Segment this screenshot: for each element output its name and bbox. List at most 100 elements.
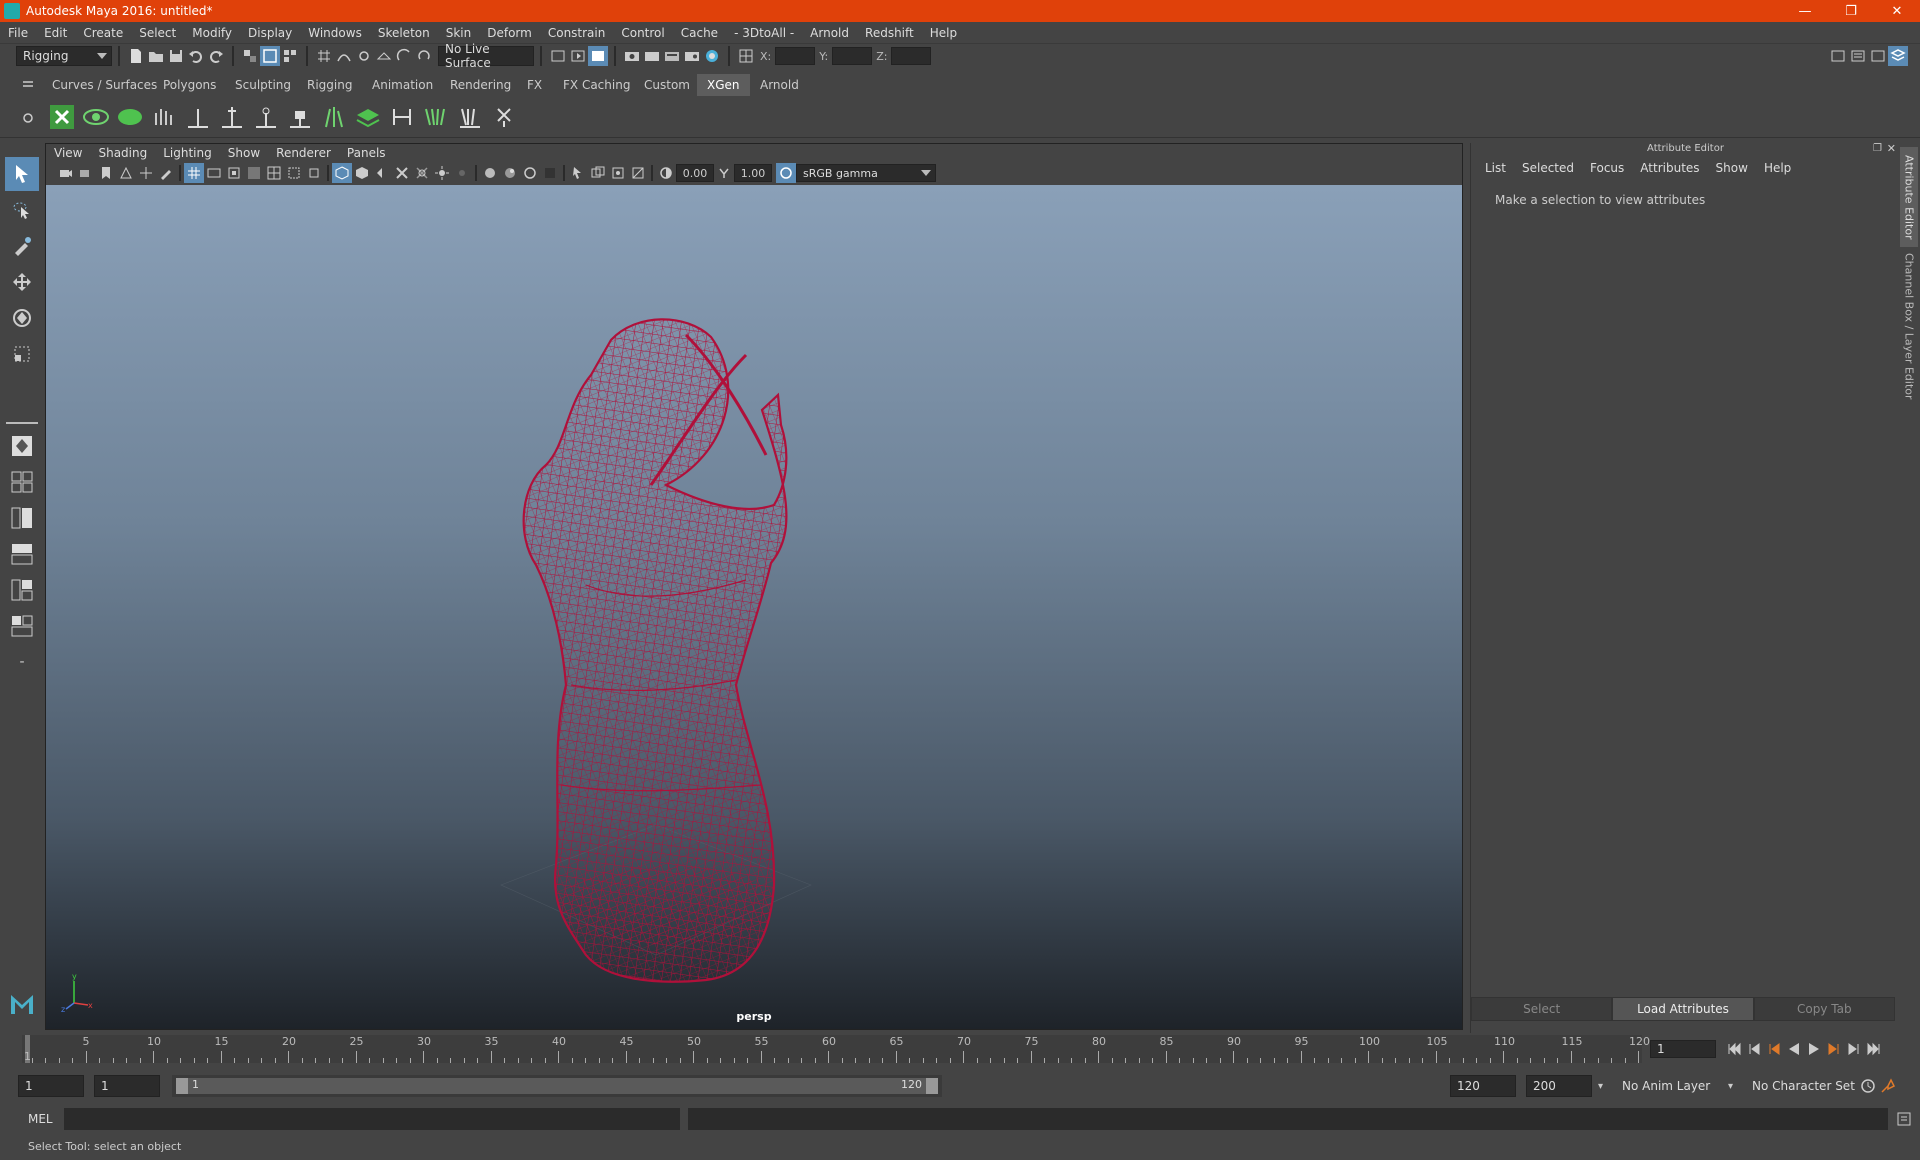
make-live-icon[interactable] [414,46,434,66]
field-chart-icon[interactable] [264,163,284,183]
shelf-tab-animation[interactable]: Animation [362,74,443,96]
shadows-icon[interactable] [452,163,472,183]
shelf-tab-xgen[interactable]: XGen [697,74,750,96]
select-by-object-icon[interactable] [260,46,280,66]
xray-joints-icon[interactable] [608,163,628,183]
new-scene-icon[interactable] [126,46,146,66]
color-management-icon[interactable] [776,163,796,183]
default-material-icon[interactable] [372,163,392,183]
ae-menu-selected[interactable]: Selected [1514,161,1582,175]
camera-select-icon[interactable] [56,163,76,183]
move-tool-icon[interactable] [5,265,39,299]
menu-edit[interactable]: Edit [36,26,75,40]
outliner-persp-layout-icon[interactable] [5,501,39,535]
range-slider[interactable]: 1 120 [172,1075,942,1097]
2d-pan-zoom-icon[interactable] [136,163,156,183]
xray-icon[interactable] [588,163,608,183]
shelf-tab-arnold[interactable]: Arnold [750,74,809,96]
menu-skeleton[interactable]: Skeleton [370,26,438,40]
safe-action-icon[interactable] [284,163,304,183]
shelf-options-icon[interactable] [18,108,38,128]
menu-constrain[interactable]: Constrain [540,26,614,40]
shelf-tab-rendering[interactable]: Rendering [440,74,521,96]
select-button[interactable]: Select [1471,997,1613,1021]
menu-file[interactable]: File [0,26,36,40]
tab-channel-box[interactable]: Channel Box / Layer Editor [1900,251,1918,401]
step-forward-frame-icon[interactable] [1824,1039,1844,1059]
script-editor-icon[interactable] [1894,1109,1914,1129]
attribute-editor-toggle-icon[interactable] [1848,46,1868,66]
current-frame-field[interactable]: 1 [1650,1040,1716,1058]
close-icon[interactable]: ✕ [1874,0,1920,22]
menu-control[interactable]: Control [613,26,672,40]
ae-menu-list[interactable]: List [1477,161,1514,175]
end-time-field[interactable]: 200 [1526,1075,1592,1097]
viewport-menu-panels[interactable]: Panels [339,146,394,160]
xgen-delete-icon[interactable] [489,102,519,132]
range-start-handle[interactable] [176,1078,188,1094]
snap-view-plane-icon[interactable] [374,46,394,66]
smooth-shade-icon[interactable] [352,163,372,183]
exposure-field[interactable]: 0.00 [676,164,714,182]
float-panel-icon[interactable]: ❐ [1873,143,1882,154]
modeling-toolkit-icon[interactable] [1828,46,1848,66]
safe-title-icon[interactable] [304,163,324,183]
snap-grid-icon[interactable] [314,46,334,66]
bookmark-icon[interactable] [96,163,116,183]
open-scene-icon[interactable] [146,46,166,66]
go-to-start-icon[interactable] [1724,1039,1744,1059]
play-backwards-icon[interactable] [1784,1039,1804,1059]
rotate-tool-icon[interactable] [5,301,39,335]
anim-layer-dropdown[interactable]: No Anim Layer [1616,1075,1728,1097]
motion-blur-icon[interactable] [500,163,520,183]
animation-preferences-icon[interactable] [1878,1076,1898,1096]
live-surface-field[interactable]: No Live Surface [438,42,534,70]
wireframe-icon[interactable] [332,163,352,183]
xgen-edit-guide-icon[interactable] [251,102,281,132]
shelf-tab-sculpting[interactable]: Sculpting [225,74,301,96]
menu-arnold[interactable]: Arnold [802,26,857,40]
menu-cache[interactable]: Cache [673,26,726,40]
viewport-menu-view[interactable]: View [46,146,90,160]
character-set-dropdown[interactable]: No Character Set [1746,1075,1858,1097]
start-time-field[interactable]: 1 [18,1075,84,1097]
screen-space-ao-icon[interactable] [480,163,500,183]
menu-redshift[interactable]: Redshift [857,26,922,40]
wireframe-on-shaded-icon[interactable] [392,163,412,183]
isolate-select-icon[interactable] [568,163,588,183]
four-view-layout-icon[interactable] [5,465,39,499]
menu-help[interactable]: Help [922,26,965,40]
y-field[interactable] [832,47,873,65]
time-ruler[interactable]: 1 5 10 15 20 25 30 35 40 45 50 55 60 65 70 75 80 85 90 95 1… [22,1035,1650,1063]
close-panel-icon[interactable]: ✕ [1887,142,1896,155]
playback-end-field[interactable]: 120 [1450,1075,1516,1097]
menu-deform[interactable]: Deform [479,26,540,40]
outliner-graph-layout-icon[interactable] [5,573,39,607]
shelf-tab-fx[interactable]: FX [517,74,552,96]
gamma-field[interactable]: 1.00 [734,164,772,182]
shelf-tab-curves-surfaces[interactable]: Curves / Surfaces [42,74,167,96]
xgen-eye-icon[interactable] [81,102,111,132]
select-by-hierarchy-icon[interactable] [240,46,260,66]
scale-tool-icon[interactable] [5,337,39,371]
menu-modify[interactable]: Modify [184,26,240,40]
channel-box-toggle-icon[interactable] [1888,46,1908,66]
multisample-aa-icon[interactable] [520,163,540,183]
render-view-toggle-icon[interactable] [588,46,608,66]
play-forwards-icon[interactable] [1804,1039,1824,1059]
gate-mask-icon[interactable] [244,163,264,183]
xgen-scale-icon[interactable] [387,102,417,132]
viewport-menu-show[interactable]: Show [220,146,268,160]
construction-history-icon[interactable] [568,46,588,66]
shelf-tab-rigging[interactable]: Rigging [297,74,362,96]
shelf-tab-fx-caching[interactable]: FX Caching [553,74,640,96]
xgen-layer-icon[interactable] [353,102,383,132]
restore-icon[interactable]: ❐ [1828,0,1874,22]
menu-display[interactable]: Display [240,26,300,40]
resolution-gate-icon[interactable] [224,163,244,183]
load-attributes-button[interactable]: Load Attributes [1612,997,1754,1021]
snap-curve-icon[interactable] [334,46,354,66]
xgen-guide-icon[interactable] [149,102,179,132]
playback-start-field[interactable]: 1 [94,1075,160,1097]
input-output-icon[interactable] [548,46,568,66]
